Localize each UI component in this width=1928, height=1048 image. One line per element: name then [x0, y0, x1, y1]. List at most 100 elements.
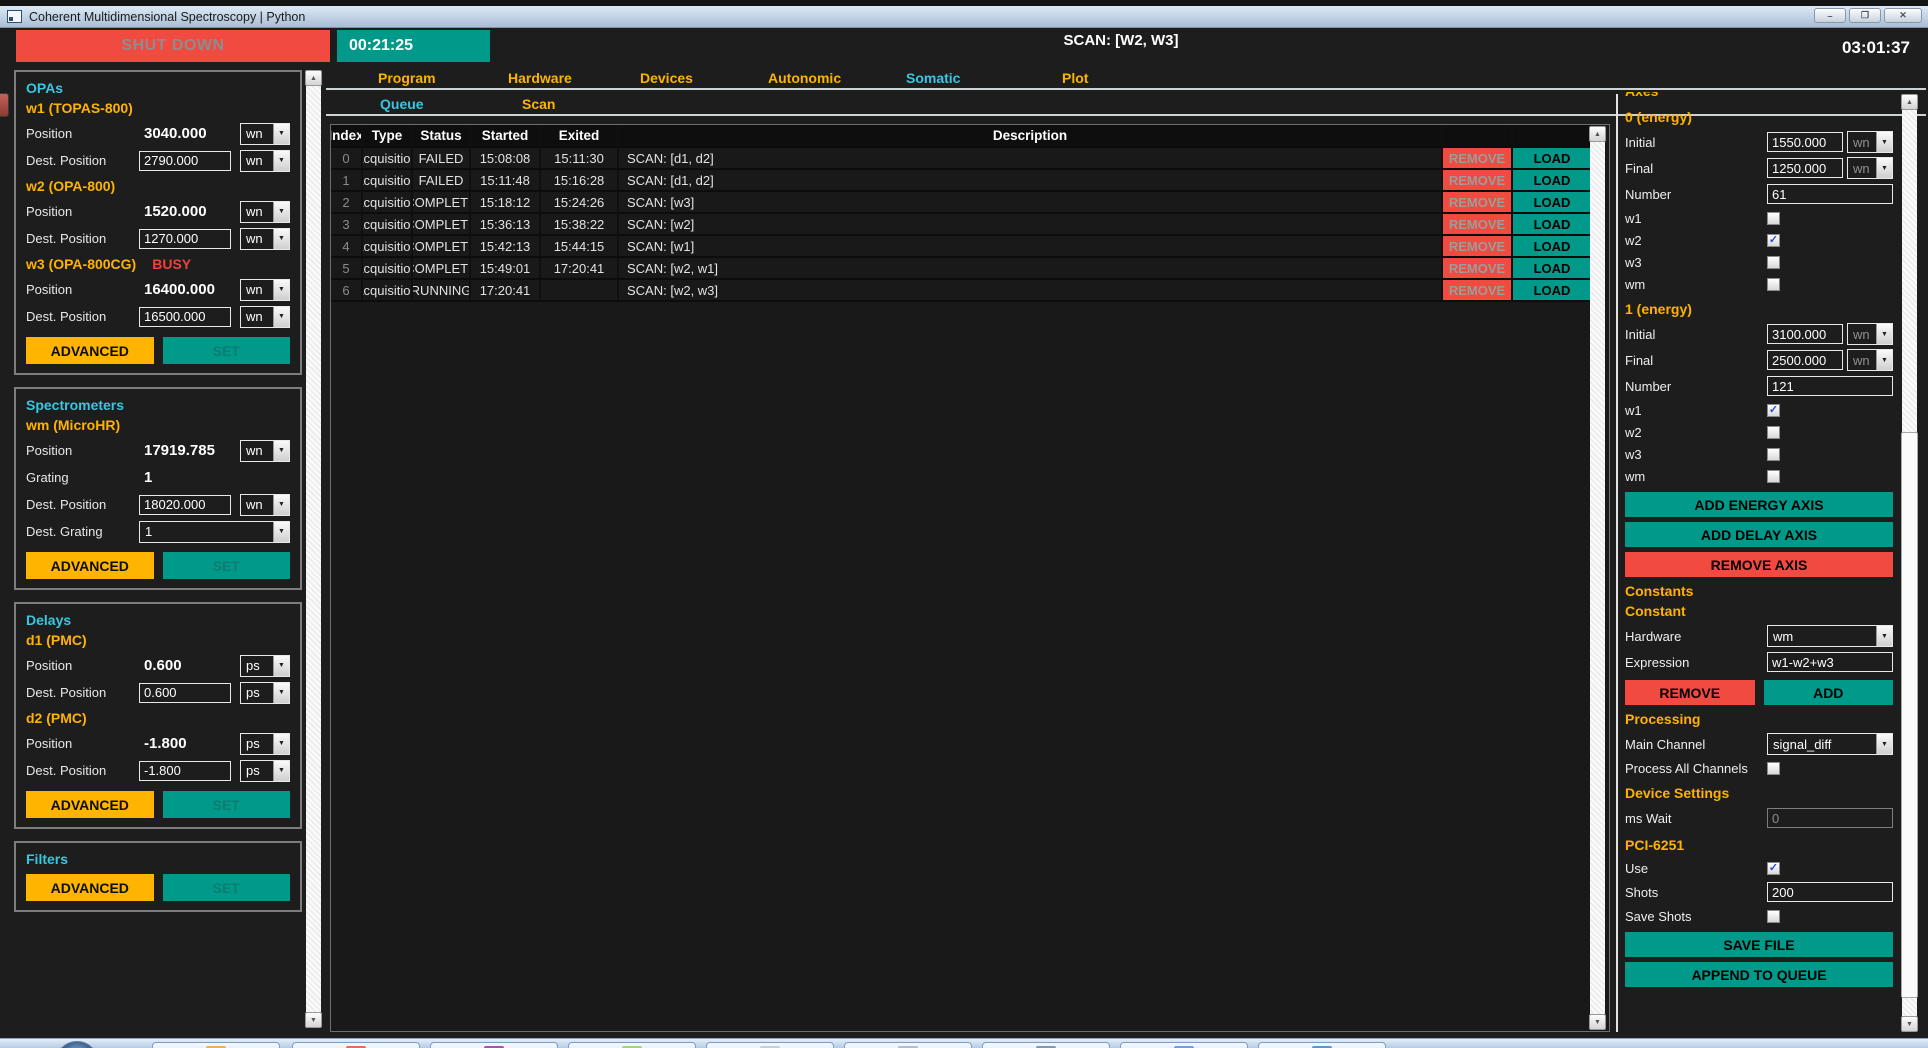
load-button[interactable]: LOAD	[1513, 192, 1591, 212]
sidebar-scrollbar-track[interactable]	[306, 86, 321, 1012]
scroll-down-icon[interactable]: ▼	[1589, 1014, 1606, 1030]
w2-dest-input[interactable]: 1270.000	[139, 229, 231, 249]
taskbar-button[interactable]	[152, 1042, 280, 1048]
taskbar-button[interactable]	[568, 1042, 696, 1048]
axis-0-number-input[interactable]: 61	[1767, 184, 1893, 204]
tab-hardware[interactable]: Hardware	[508, 70, 572, 86]
tab-plot[interactable]: Plot	[1062, 70, 1088, 86]
queue-scrollbar[interactable]: ▲ ▼	[1589, 126, 1606, 1030]
w2-position-units-dropdown[interactable]: wn ▼	[240, 201, 290, 223]
remove-button[interactable]: REMOVE	[1443, 148, 1511, 168]
opas-set-button[interactable]: SET	[163, 337, 291, 364]
load-button[interactable]: LOAD	[1513, 170, 1591, 190]
constant-add-button[interactable]: ADD	[1764, 680, 1894, 705]
w1-dest-input[interactable]: 2790.000	[139, 151, 231, 171]
minimize-button[interactable]: –	[1814, 8, 1846, 23]
main-channel-dropdown[interactable]: signal_diff ▼	[1767, 733, 1893, 755]
remove-button[interactable]: REMOVE	[1443, 236, 1511, 256]
axis-1-w2-checkbox[interactable]: ✓	[1767, 426, 1780, 439]
remove-button[interactable]: REMOVE	[1443, 192, 1511, 212]
taskbar-button[interactable]	[1258, 1042, 1386, 1048]
load-button[interactable]: LOAD	[1513, 258, 1591, 278]
scan-panel-scrollbar-thumb[interactable]	[1901, 432, 1918, 998]
taskbar-button[interactable]	[844, 1042, 972, 1048]
sidebar-scrollbar[interactable]: ▲ ▼	[305, 70, 322, 1028]
queue-scrollbar-track[interactable]	[1590, 142, 1605, 1014]
constant-hardware-dropdown[interactable]: wm ▼	[1767, 625, 1893, 647]
axis-0-w2-checkbox[interactable]: ✓	[1767, 234, 1780, 247]
axis-0-initial-units-dropdown[interactable]: wn ▼	[1847, 131, 1893, 153]
scroll-down-icon[interactable]: ▼	[1901, 1016, 1918, 1032]
d2-dest-units-dropdown[interactable]: ps ▼	[240, 760, 290, 782]
axis-1-final-units-dropdown[interactable]: wn ▼	[1847, 349, 1893, 371]
constant-remove-button[interactable]: REMOVE	[1625, 680, 1755, 705]
axis-1-wm-checkbox[interactable]: ✓	[1767, 470, 1780, 483]
spectrometers-set-button[interactable]: SET	[163, 552, 291, 579]
filters-advanced-button[interactable]: ADVANCED	[26, 874, 154, 901]
w1-dest-units-dropdown[interactable]: wn ▼	[240, 150, 290, 172]
taskbar-button[interactable]	[1120, 1042, 1248, 1048]
d1-dest-input[interactable]: 0.600	[139, 683, 231, 703]
d1-dest-units-dropdown[interactable]: ps ▼	[240, 682, 290, 704]
process-all-checkbox[interactable]: ✓	[1767, 762, 1780, 775]
axis-0-wm-checkbox[interactable]: ✓	[1767, 278, 1780, 291]
close-button[interactable]: ✕	[1884, 8, 1922, 23]
pci-use-checkbox[interactable]: ✓	[1767, 862, 1780, 875]
w1-position-units-dropdown[interactable]: wn ▼	[240, 123, 290, 145]
axis-0-initial-input[interactable]: 1550.000	[1767, 132, 1843, 152]
pci-save-shots-checkbox[interactable]: ✓	[1767, 910, 1780, 923]
wm-dest-grating-dropdown[interactable]: 1 ▼	[139, 521, 290, 543]
scroll-down-icon[interactable]: ▼	[305, 1012, 322, 1028]
subtab-scan[interactable]: Scan	[522, 96, 555, 112]
pci-shots-input[interactable]: 200	[1767, 882, 1893, 902]
remove-button[interactable]: REMOVE	[1443, 214, 1511, 234]
remove-button[interactable]: REMOVE	[1443, 258, 1511, 278]
remove-button[interactable]: REMOVE	[1443, 280, 1511, 300]
append-to-queue-button[interactable]: APPEND TO QUEUE	[1625, 962, 1893, 987]
axis-1-initial-input[interactable]: 3100.000	[1767, 324, 1843, 344]
remove-axis-button[interactable]: REMOVE AXIS	[1625, 552, 1893, 577]
delays-set-button[interactable]: SET	[163, 791, 291, 818]
delays-advanced-button[interactable]: ADVANCED	[26, 791, 154, 818]
d2-position-units-dropdown[interactable]: ps ▼	[240, 733, 290, 755]
axis-1-number-input[interactable]: 121	[1767, 376, 1893, 396]
ms-wait-input[interactable]: 0	[1767, 808, 1893, 828]
w3-dest-input[interactable]: 16500.000	[139, 307, 231, 327]
scroll-up-icon[interactable]: ▲	[1589, 126, 1606, 142]
load-button[interactable]: LOAD	[1513, 280, 1591, 300]
w3-dest-units-dropdown[interactable]: wn ▼	[240, 306, 290, 328]
axis-0-w1-checkbox[interactable]: ✓	[1767, 212, 1780, 225]
d1-position-units-dropdown[interactable]: ps ▼	[240, 655, 290, 677]
save-file-button[interactable]: SAVE FILE	[1625, 932, 1893, 957]
axis-0-w3-checkbox[interactable]: ✓	[1767, 256, 1780, 269]
add-delay-axis-button[interactable]: ADD DELAY AXIS	[1625, 522, 1893, 547]
taskbar-button[interactable]	[706, 1042, 834, 1048]
axis-1-w1-checkbox[interactable]: ✓	[1767, 404, 1780, 417]
shutdown-button[interactable]: SHUT DOWN	[16, 30, 330, 62]
load-button[interactable]: LOAD	[1513, 148, 1591, 168]
filters-set-button[interactable]: SET	[163, 874, 291, 901]
w2-dest-units-dropdown[interactable]: wn ▼	[240, 228, 290, 250]
add-energy-axis-button[interactable]: ADD ENERGY AXIS	[1625, 492, 1893, 517]
load-button[interactable]: LOAD	[1513, 236, 1591, 256]
scan-panel-scrollbar[interactable]: ▲ ▼	[1901, 94, 1918, 1032]
constant-expression-input[interactable]: w1-w2+w3	[1767, 652, 1893, 672]
tab-somatic[interactable]: Somatic	[906, 70, 960, 86]
tab-autonomic[interactable]: Autonomic	[768, 70, 841, 86]
axis-1-w3-checkbox[interactable]: ✓	[1767, 448, 1780, 461]
opas-advanced-button[interactable]: ADVANCED	[26, 337, 154, 364]
w3-position-units-dropdown[interactable]: wn ▼	[240, 279, 290, 301]
tab-program[interactable]: Program	[378, 70, 436, 86]
subtab-queue[interactable]: Queue	[380, 96, 424, 112]
taskbar-button[interactable]	[982, 1042, 1110, 1048]
wm-position-units-dropdown[interactable]: wn ▼	[240, 440, 290, 462]
scroll-up-icon[interactable]: ▲	[1901, 94, 1918, 110]
axis-0-final-units-dropdown[interactable]: wn ▼	[1847, 157, 1893, 179]
d2-dest-input[interactable]: -1.800	[139, 761, 231, 781]
maximize-button[interactable]: ❐	[1849, 8, 1881, 23]
load-button[interactable]: LOAD	[1513, 214, 1591, 234]
axis-1-final-input[interactable]: 2500.000	[1767, 350, 1843, 370]
spectrometers-advanced-button[interactable]: ADVANCED	[26, 552, 154, 579]
wm-dest-units-dropdown[interactable]: wn ▼	[240, 494, 290, 516]
axis-0-final-input[interactable]: 1250.000	[1767, 158, 1843, 178]
